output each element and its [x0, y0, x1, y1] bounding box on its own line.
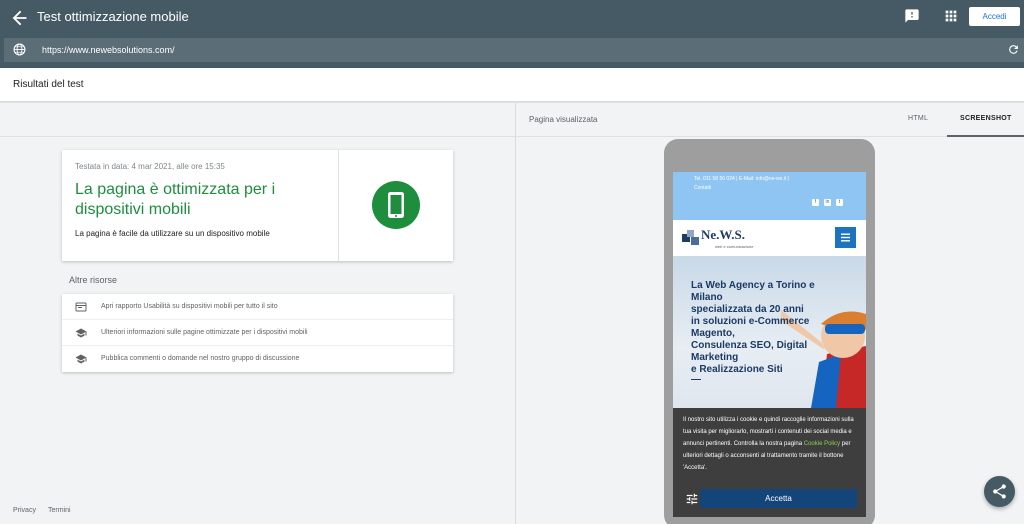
apps-grid-icon[interactable]	[943, 8, 959, 24]
hero-line: e Realizzazione Siti	[691, 364, 783, 375]
linkedin-icon: in	[824, 199, 831, 206]
site-logo-mark-icon	[682, 230, 699, 245]
hero-line: Milano	[691, 292, 723, 303]
resource-label: Pubblica commenti o domande nel nostro g…	[101, 355, 300, 362]
left-panel: Testata in data: 4 mar 2021, alle ore 15…	[0, 103, 515, 524]
share-button[interactable]	[984, 476, 1015, 507]
site-header: Ne.W.S. web e comunicazione	[673, 220, 866, 256]
school-icon	[75, 328, 87, 338]
results-bar: Risultati del test	[0, 68, 1024, 102]
mobile-phone-icon	[372, 181, 420, 229]
site-logo: Ne.W.S.	[701, 227, 745, 242]
result-headline: La pagina è ottimizzata per i dispositiv…	[75, 181, 276, 218]
rendered-screenshot: Tel. 011 58 56 024 | E-Mail: info@ne-ws.…	[673, 172, 866, 517]
preview-header: Pagina visualizzata HTML SCREENSHOT	[516, 103, 1024, 137]
tab-html[interactable]: HTML	[908, 115, 928, 122]
report-icon	[75, 302, 87, 312]
hero-line: in soluzioni e-Commerce	[691, 316, 810, 327]
hero-line: specializzata da 20 anni	[691, 304, 804, 315]
hamburger-menu-icon	[835, 227, 856, 248]
site-contatti: Contatti	[694, 185, 712, 191]
resource-item-discussion[interactable]: Pubblica commenti o domande nel nostro g…	[62, 346, 453, 372]
terms-link[interactable]: Termini	[48, 507, 71, 514]
resource-label: Apri rapporto Usabilità su dispositivi m…	[101, 303, 278, 310]
rendered-page-label: Pagina visualizzata	[529, 115, 598, 124]
resource-label: Ulteriori informazioni sulle pagine otti…	[101, 329, 308, 336]
hero-line: Magento,	[691, 328, 735, 339]
share-icon	[993, 484, 1006, 499]
card-divider	[338, 150, 339, 261]
facebook-icon: f	[812, 199, 819, 206]
left-panel-header	[0, 103, 515, 137]
feedback-icon[interactable]	[904, 8, 920, 24]
app-title: Test ottimizzazione mobile	[37, 9, 189, 24]
resource-item-learn-more[interactable]: Ulteriori informazioni sulle pagine otti…	[62, 320, 453, 346]
globe-icon	[13, 43, 26, 56]
tested-on-text: Testata in data: 4 mar 2021, alle ore 15…	[75, 162, 225, 171]
school-icon	[75, 354, 87, 364]
hero-line: Consulenza SEO, Digital	[691, 340, 808, 351]
active-tab-indicator	[947, 135, 1024, 137]
resources-list: Apri rapporto Usabilità su dispositivi m…	[62, 294, 453, 372]
results-title: Risultati del test	[13, 79, 84, 90]
resources-title: Altre risorse	[69, 275, 118, 285]
site-topbar: Tel. 011 58 56 024 | E-Mail: info@ne-ws.…	[673, 172, 866, 220]
site-contact-line: Tel. 011 58 56 024 | E-Mail: info@ne-ws.…	[694, 176, 789, 182]
sign-in-button[interactable]: Accedi	[969, 7, 1020, 26]
site-hero: La Web Agency a Torino e Milano speciali…	[673, 256, 866, 408]
result-card: Testata in data: 4 mar 2021, alle ore 15…	[62, 150, 453, 261]
cookie-policy-link: Cookie Policy	[803, 441, 841, 447]
hero-line: Marketing	[691, 352, 739, 363]
reload-icon[interactable]	[1007, 43, 1020, 56]
site-logo-subtitle: web e comunicazione	[715, 244, 754, 249]
top-app-bar: Test ottimizzazione mobile Accedi https:…	[0, 0, 1024, 68]
cookie-text: Il nostro sito utilizza i cookie e quind…	[683, 414, 863, 474]
site-cookie-banner: Il nostro sito utilizza i cookie e quind…	[673, 408, 866, 517]
result-subtitle: La pagina è facile da utilizzare su un d…	[75, 229, 270, 238]
cookie-accept-button: Accetta	[700, 489, 857, 508]
hero-line: —	[691, 374, 701, 385]
privacy-link[interactable]: Privacy	[13, 507, 36, 514]
resource-item-report[interactable]: Apri rapporto Usabilità su dispositivi m…	[62, 294, 453, 320]
hero-line: La Web Agency a Torino e	[691, 280, 815, 291]
url-text[interactable]: https://www.newebsolutions.com/	[42, 44, 175, 56]
settings-sliders-icon	[686, 493, 698, 505]
tab-screenshot[interactable]: SCREENSHOT	[960, 115, 1012, 122]
back-arrow-icon[interactable]	[9, 7, 31, 29]
url-bar: https://www.newebsolutions.com/	[4, 38, 1024, 62]
twitter-icon: t	[836, 199, 843, 206]
